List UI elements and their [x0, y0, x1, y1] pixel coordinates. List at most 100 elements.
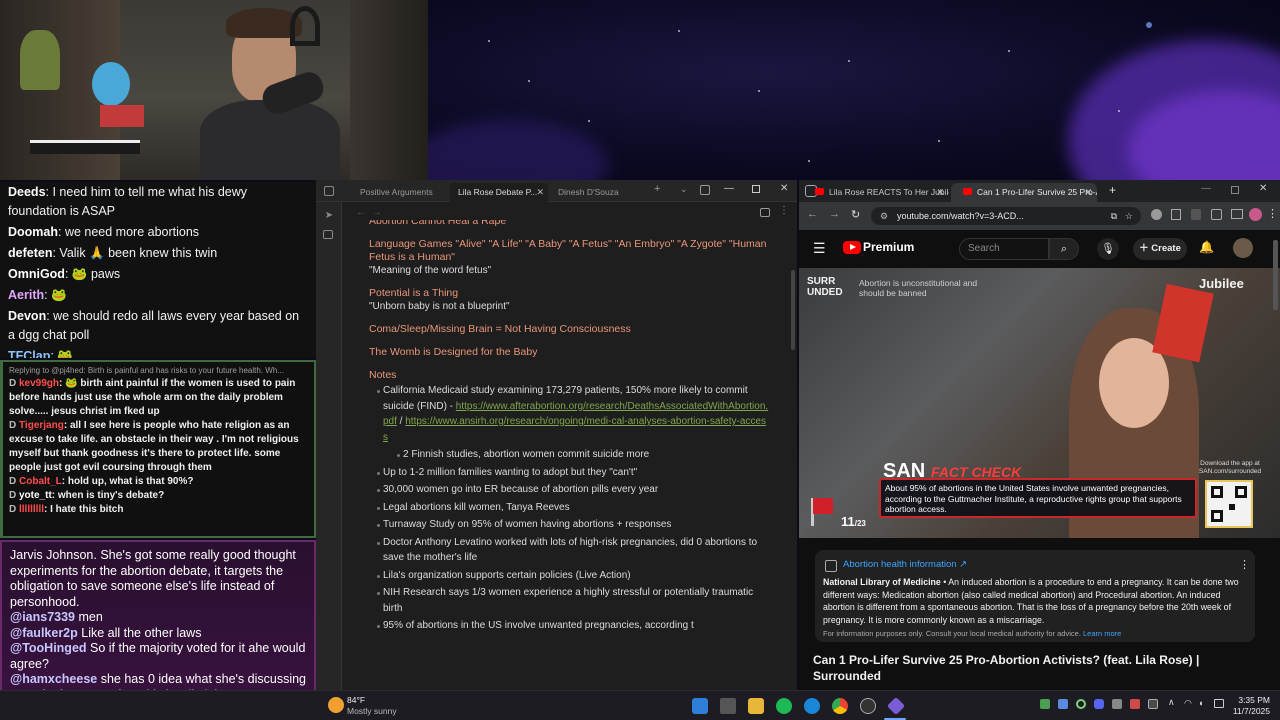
spotify-icon[interactable]	[776, 698, 792, 714]
chat-username[interactable]: Cobalt_L	[19, 476, 62, 487]
notes-list-item[interactable]: Turnaway Study on 95% of women having ab…	[369, 517, 769, 533]
page-scrollbar[interactable]	[1273, 240, 1278, 310]
file-explorer-icon[interactable]	[748, 698, 764, 714]
tray-app-icon[interactable]	[1130, 699, 1140, 709]
back-arrow-icon[interactable]: ←	[807, 208, 818, 220]
note-link[interactable]: https://www.ansirh.org/research/ongoing/…	[383, 416, 766, 443]
more-options-icon[interactable]: ⋮	[779, 205, 789, 216]
tab-lila-rose-debate[interactable]: Lila Rose Debate P... ✕	[450, 183, 548, 202]
tray-app-icon[interactable]	[1148, 699, 1158, 709]
forward-arrow-icon[interactable]: →	[829, 208, 840, 220]
chat-username[interactable]: @TooHinged	[10, 641, 87, 655]
address-bar[interactable]: ⚙ youtube.com/watch?v=3-ACD... ⧉ ☆	[871, 207, 1141, 225]
notifications-bell-icon[interactable]: 🔔	[1199, 240, 1214, 254]
tray-app-icon[interactable]	[1040, 699, 1050, 709]
chat-username[interactable]: @ians7339	[10, 610, 75, 624]
clock-time[interactable]: 3:35 PM	[1230, 695, 1270, 705]
close-tab-icon[interactable]: ✕	[1084, 183, 1092, 202]
tab-dinesh-dsouza[interactable]: Dinesh D'Souza	[550, 183, 640, 202]
maximize-icon[interactable]	[1231, 186, 1239, 194]
clock-date[interactable]: 11/7/2025	[1224, 706, 1270, 716]
back-arrow-icon[interactable]: ←	[356, 207, 366, 218]
weather-temp[interactable]: 84°F	[347, 695, 365, 705]
chat-username[interactable]: yote_tt	[19, 490, 52, 501]
chat-username[interactable]: @hamxcheese	[10, 672, 97, 686]
close-window-icon[interactable]: ✕	[780, 183, 788, 194]
chat-username[interactable]: Devon	[8, 309, 46, 323]
extension-icon[interactable]	[1151, 209, 1162, 220]
obsidian-icon[interactable]	[886, 696, 906, 716]
account-avatar[interactable]	[1233, 238, 1253, 258]
new-tab-icon[interactable]: +	[654, 183, 660, 195]
reading-view-icon[interactable]	[760, 208, 770, 217]
chat-username[interactable]: Doomah	[8, 225, 58, 239]
chevron-down-icon[interactable]: ⌄	[680, 184, 688, 195]
close-tab-icon[interactable]: ✕	[536, 183, 544, 202]
hamburger-menu-icon[interactable]: ☰	[813, 240, 826, 257]
chat-username[interactable]: Deeds	[8, 185, 46, 199]
templates-icon[interactable]	[323, 230, 333, 239]
youtube-logo-text[interactable]: Premium	[863, 240, 914, 254]
search-icon[interactable]: ⌕	[1049, 238, 1079, 260]
note-scrollbar[interactable]	[791, 270, 795, 350]
notes-list-item[interactable]: Doctor Anthony Levatino worked with lots…	[369, 535, 769, 566]
wifi-icon[interactable]: ◠	[1184, 698, 1192, 709]
new-tab-button[interactable]: +	[1109, 183, 1116, 197]
chat-username[interactable]: TFClap	[8, 349, 50, 358]
weather-desc[interactable]: Mostly sunny	[347, 706, 397, 716]
site-info-icon[interactable]: ⚙	[880, 207, 888, 225]
edge-icon[interactable]	[804, 698, 820, 714]
forward-arrow-icon[interactable]: →	[372, 207, 382, 218]
sidebar-toggle-icon[interactable]	[324, 186, 334, 196]
notes-list-item[interactable]: NIH Research says 1/3 women experience a…	[369, 585, 769, 616]
tab-lila-rose-reacts[interactable]: Lila Rose REACTS To Her Jubilee ✕	[803, 183, 949, 202]
volume-icon[interactable]: ◖	[1198, 698, 1203, 708]
minimize-icon[interactable]: —	[724, 183, 734, 194]
close-window-icon[interactable]: ✕	[1259, 183, 1267, 194]
notes-list-item[interactable]: 95% of abortions in the US involve unwan…	[369, 618, 769, 634]
split-view-icon[interactable]	[1231, 209, 1243, 219]
info-panel-menu-icon[interactable]: ⋮	[1239, 558, 1250, 571]
search-input[interactable]: Search	[959, 238, 1049, 260]
video-player[interactable]: SURR UNDED Abortion is unconstitutional …	[799, 268, 1280, 538]
chat-username[interactable]: kev99gh	[19, 378, 59, 389]
weather-sun-icon[interactable]	[328, 697, 344, 713]
discord-icon[interactable]	[1094, 699, 1104, 709]
open-in-app-icon[interactable]: ⧉	[1111, 207, 1117, 225]
info-panel-title[interactable]: Abortion health information ↗	[843, 559, 967, 570]
tab-positive-arguments[interactable]: Positive Arguments	[352, 183, 444, 202]
layout-icon[interactable]	[700, 185, 710, 195]
microphone-icon[interactable]: 🎙	[1097, 238, 1119, 260]
tray-app-icon[interactable]	[1076, 699, 1086, 709]
chrome-icon[interactable]	[832, 698, 848, 714]
chat-username[interactable]: @faulker2p	[10, 626, 78, 640]
maximize-icon[interactable]	[752, 185, 760, 193]
tray-app-icon[interactable]	[1058, 699, 1068, 709]
youtube-logo-icon[interactable]	[843, 241, 861, 254]
notes-list-item[interactable]: California Medicaid study examining 173,…	[369, 383, 769, 445]
trash-extension-icon[interactable]	[1171, 209, 1181, 220]
close-tab-icon[interactable]: ✕	[936, 183, 944, 202]
profile-avatar[interactable]	[1249, 208, 1262, 221]
chat-username[interactable]: Aerith	[8, 288, 44, 302]
learn-more-link[interactable]: Learn more	[1083, 629, 1121, 638]
notes-sub-item[interactable]: 2 Finnish studies, abortion women commit…	[369, 447, 769, 463]
bookmark-star-icon[interactable]: ☆	[1125, 207, 1133, 225]
chat-username[interactable]: Tigerjang	[19, 420, 64, 431]
battery-icon[interactable]	[1214, 699, 1224, 708]
chrome-menu-icon[interactable]: ⋮	[1267, 207, 1278, 220]
notes-list-item[interactable]: Lila's organization supports certain pol…	[369, 568, 769, 584]
notes-list-item[interactable]: Up to 1-2 million families wanting to ad…	[369, 465, 769, 481]
reload-icon[interactable]: ↻	[851, 208, 860, 221]
notes-list-item[interactable]: 30,000 women go into ER because of abort…	[369, 482, 769, 498]
create-button[interactable]: ＋ Create	[1133, 238, 1187, 260]
obs-icon[interactable]	[860, 698, 876, 714]
tray-chevron-icon[interactable]: ∧	[1168, 697, 1175, 708]
puzzle-icon[interactable]	[1211, 209, 1222, 220]
tray-app-icon[interactable]	[1112, 699, 1122, 709]
notes-list-item[interactable]: Legal abortions kill women, Tanya Reeves	[369, 500, 769, 516]
chat-username[interactable]: lllllllll	[19, 504, 44, 515]
minimize-icon[interactable]: —	[1201, 183, 1211, 194]
extension-icon[interactable]	[1191, 209, 1201, 220]
chat-username[interactable]: defeten	[8, 246, 52, 260]
